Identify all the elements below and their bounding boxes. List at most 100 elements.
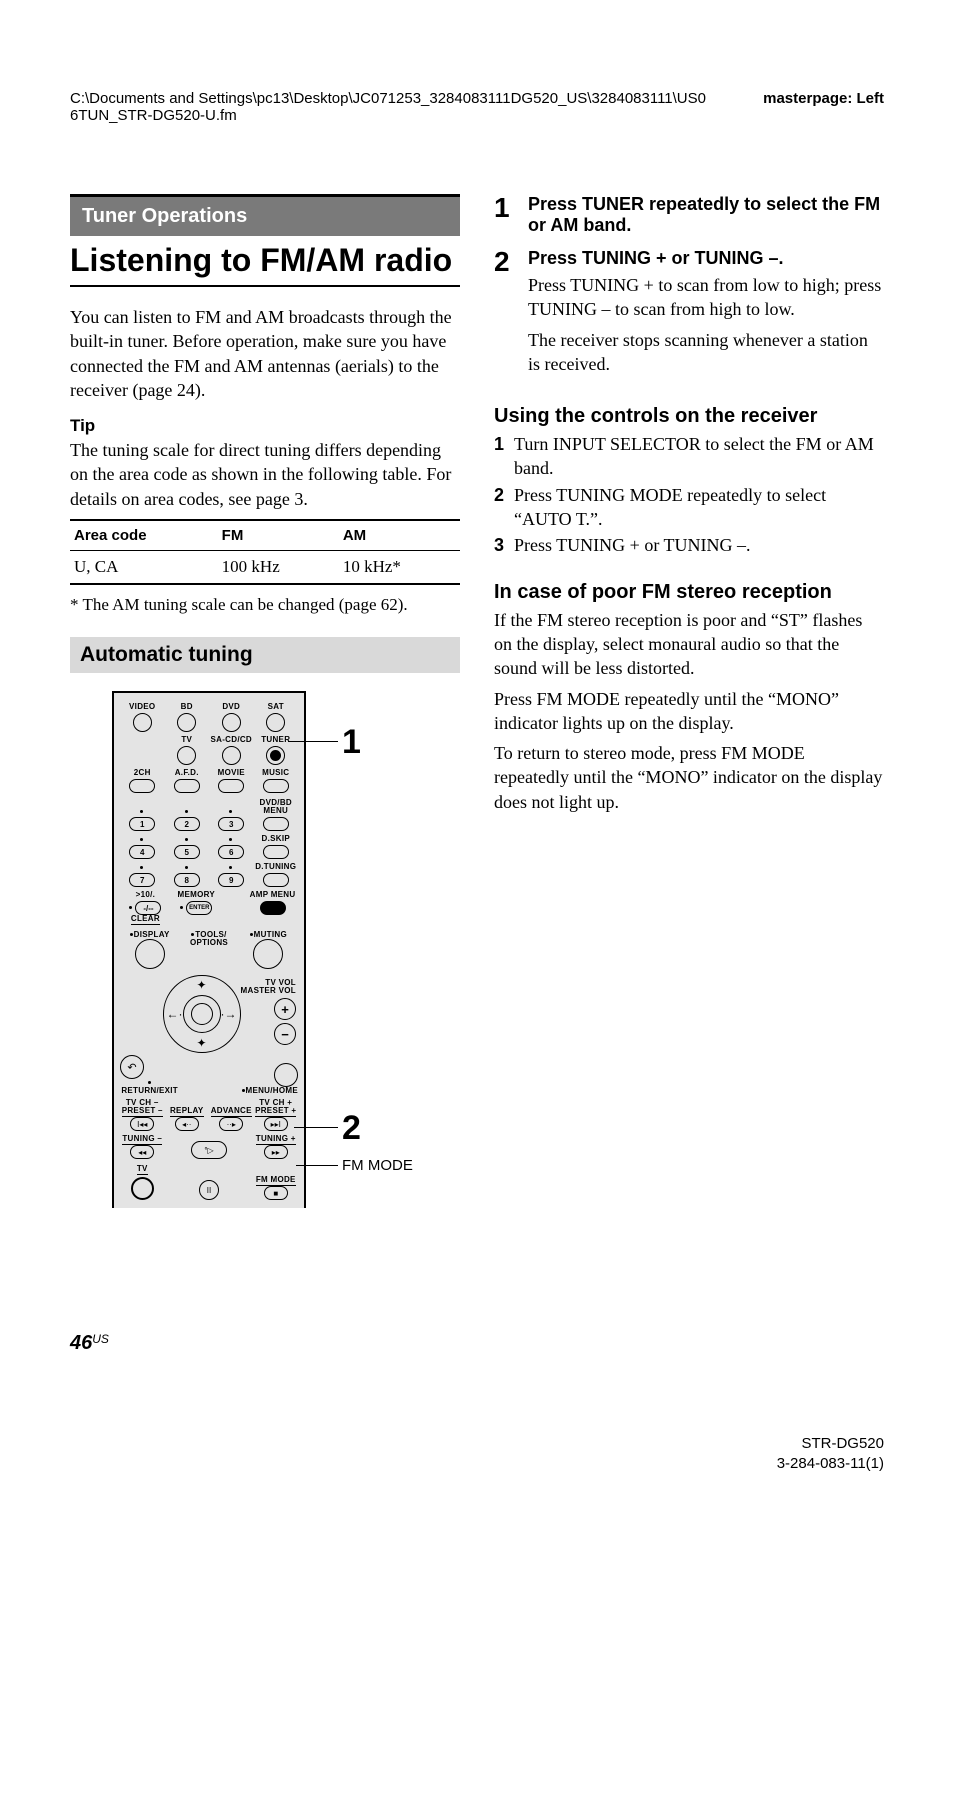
btn-enter: ENTER bbox=[186, 901, 212, 915]
file-path: C:\Documents and Settings\pc13\Desktop\J… bbox=[70, 90, 710, 124]
lbl-vol: TV VOL MASTER VOL bbox=[241, 979, 296, 995]
btn-sat bbox=[266, 713, 285, 732]
partno: 3-284-083-11(1) bbox=[777, 1454, 884, 1474]
lbl-fmmode: FM MODE bbox=[256, 1176, 296, 1186]
page-number: 46US bbox=[70, 1332, 109, 1355]
btn-ampmenu bbox=[260, 901, 286, 915]
step-2-p1: Press TUNING + to scan from low to high;… bbox=[528, 273, 884, 322]
th-fm: FM bbox=[218, 520, 339, 551]
btn-dvd bbox=[222, 713, 241, 732]
btn-5: 5 bbox=[174, 845, 200, 859]
lbl-return: RETURN/EXIT bbox=[120, 1079, 179, 1095]
btn-fmmode: ■ bbox=[264, 1186, 288, 1200]
btn-dskip bbox=[263, 845, 289, 859]
tip-body: The tuning scale for direct tuning diffe… bbox=[70, 438, 460, 511]
sub2-p3: To return to stereo mode, press FM MODE … bbox=[494, 741, 884, 814]
lbl-tuner: TUNER bbox=[261, 736, 290, 744]
page-title: Listening to FM/AM radio bbox=[70, 242, 460, 287]
step-num-1: 1 bbox=[494, 194, 516, 240]
lbl-tv: TV bbox=[181, 736, 192, 744]
btn-7: 7 bbox=[129, 873, 155, 887]
sub1-item: 2Press TUNING MODE repeatedly to select … bbox=[494, 483, 884, 532]
sub1-item: 1Turn INPUT SELECTOR to select the FM or… bbox=[494, 432, 884, 481]
btn-prev: I◂◂ bbox=[130, 1117, 154, 1131]
btn-ff: ··▸ bbox=[219, 1117, 243, 1131]
table-row: U, CA 100 kHz 10 kHz* bbox=[70, 551, 460, 585]
callout-2: 2 bbox=[342, 1111, 361, 1145]
btn-vol-dn: − bbox=[274, 1023, 296, 1045]
btn-1: 1 bbox=[129, 817, 155, 831]
callout-1: 1 bbox=[342, 725, 361, 759]
section-band: Tuner Operations bbox=[70, 194, 460, 236]
lbl-gt10: >10/. bbox=[136, 891, 156, 899]
lbl-tuning-p: TUNING + bbox=[256, 1135, 296, 1145]
lbl-video: VIDEO bbox=[129, 703, 155, 711]
btn-pause: II bbox=[199, 1180, 219, 1200]
columns: Tuner Operations Listening to FM/AM radi… bbox=[70, 194, 884, 1208]
step-1: 1 Press TUNER repeatedly to select the F… bbox=[494, 194, 884, 240]
btn-3: 3 bbox=[218, 817, 244, 831]
remote-body: VIDEO BD DVD SAT TV SA-CD/CD TUNER 2CH A… bbox=[112, 691, 306, 1208]
btn-display bbox=[135, 939, 165, 969]
btn-tuner bbox=[266, 746, 285, 765]
sub2-p2: Press FM MODE repeatedly until the “MONO… bbox=[494, 687, 884, 736]
btn-music bbox=[263, 779, 289, 793]
th-am: AM bbox=[339, 520, 460, 551]
lbl-movie: MOVIE bbox=[218, 769, 245, 777]
btn-tuning-p: ▸▸ bbox=[264, 1145, 288, 1159]
btn-dvdbd bbox=[263, 817, 289, 831]
lbl-display: DISPLAY bbox=[130, 931, 170, 939]
remote-diagram: VIDEO BD DVD SAT TV SA-CD/CD TUNER 2CH A… bbox=[70, 691, 460, 1208]
btn-tv bbox=[177, 746, 196, 765]
btn-afd bbox=[174, 779, 200, 793]
lbl-tools: TOOLS/ OPTIONS bbox=[190, 931, 228, 947]
footer-right: STR-DG520 3-284-083-11(1) bbox=[777, 1434, 884, 1473]
lbl-muting: MUTING bbox=[250, 931, 287, 939]
btn-return: ↶ bbox=[120, 1055, 144, 1079]
lbl-2ch: 2CH bbox=[134, 769, 151, 777]
lbl-dvdbd: DVD/BD MENU bbox=[260, 799, 292, 815]
btn-movie bbox=[218, 779, 244, 793]
right-column: 1 Press TUNER repeatedly to select the F… bbox=[494, 194, 884, 1208]
masterpage-label: masterpage: Left bbox=[763, 90, 884, 107]
btn-menuhome bbox=[274, 1063, 298, 1087]
step-2-p2: The receiver stops scanning whenever a s… bbox=[528, 328, 884, 377]
btn-next: ▸▸I bbox=[264, 1117, 288, 1131]
lbl-dvd: DVD bbox=[222, 703, 240, 711]
lbl-sacd: SA-CD/CD bbox=[210, 736, 252, 744]
td-fm: 100 kHz bbox=[218, 551, 339, 585]
sub2-p1: If the FM stereo reception is poor and “… bbox=[494, 608, 884, 681]
btn-6: 6 bbox=[218, 845, 244, 859]
lead-2 bbox=[294, 1127, 338, 1128]
page: C:\Documents and Settings\pc13\Desktop\J… bbox=[0, 0, 954, 1799]
lead-fm bbox=[296, 1165, 338, 1166]
nav-hub bbox=[191, 1003, 213, 1025]
lbl-music: MUSIC bbox=[262, 769, 289, 777]
td-area: U, CA bbox=[70, 551, 218, 585]
th-area: Area code bbox=[70, 520, 218, 551]
lbl-tuning-m: TUNING – bbox=[122, 1135, 162, 1145]
lbl-preset-m: TV CH – PRESET – bbox=[122, 1099, 163, 1117]
step-1-h: Press TUNER repeatedly to select the FM … bbox=[528, 194, 884, 236]
td-am: 10 kHz* bbox=[339, 551, 460, 585]
btn-2ch bbox=[129, 779, 155, 793]
lbl-advance: ADVANCE bbox=[211, 1107, 252, 1117]
lbl-tv2: TV bbox=[137, 1165, 148, 1175]
table-footnote: * The AM tuning scale can be changed (pa… bbox=[70, 595, 460, 615]
lbl-bd: BD bbox=[181, 703, 193, 711]
header-bar: C:\Documents and Settings\pc13\Desktop\J… bbox=[70, 90, 884, 124]
arrow-up-icon: ✦ bbox=[197, 978, 207, 992]
sub1-item: 3Press TUNING + or TUNING –. bbox=[494, 533, 884, 557]
btn-tuning-m: ◂◂ bbox=[130, 1145, 154, 1159]
arrow-right-icon: ·→ bbox=[221, 1007, 237, 1021]
btn-rw: ◂·· bbox=[175, 1117, 199, 1131]
auto-tuning-heading: Automatic tuning bbox=[70, 637, 460, 673]
btn-bd bbox=[177, 713, 196, 732]
tip-heading: Tip bbox=[70, 416, 460, 436]
lbl-memory: MEMORY bbox=[178, 891, 216, 899]
step-2: 2 Press TUNING + or TUNING –. Press TUNI… bbox=[494, 248, 884, 382]
intro-paragraph: You can listen to FM and AM broadcasts t… bbox=[70, 305, 460, 402]
lbl-sat: SAT bbox=[268, 703, 284, 711]
btn-muting bbox=[253, 939, 283, 969]
lbl-dtuning: D.TUNING bbox=[255, 863, 296, 871]
